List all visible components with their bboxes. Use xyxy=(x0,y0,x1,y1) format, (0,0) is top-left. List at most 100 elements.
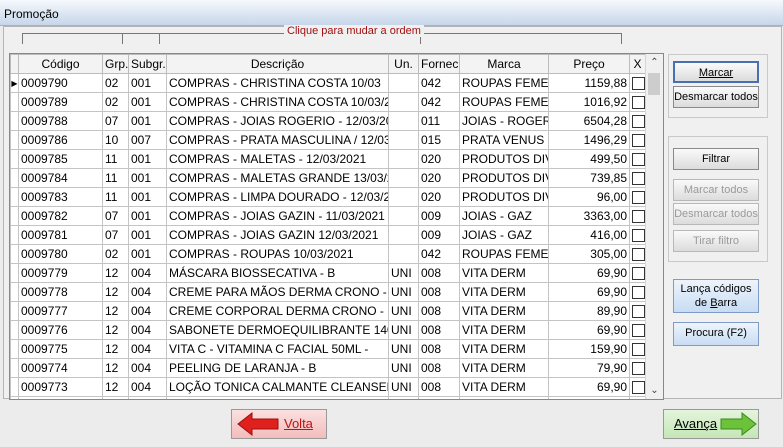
table-row[interactable]: 0009779 12 004 MÁSCARA BIOSSECATIVA - B UNI 0… xyxy=(10,263,646,283)
table-row[interactable]: 0009783 11 001 COMPRAS - LIMPA DOURADO - 12… xyxy=(10,187,646,207)
select-checkbox[interactable] xyxy=(632,228,645,242)
volta-button[interactable]: Volta xyxy=(231,409,327,439)
header-fornec[interactable]: Fornec. xyxy=(418,54,460,74)
select-checkbox[interactable] xyxy=(632,380,645,394)
select-checkbox[interactable] xyxy=(632,361,645,375)
select-checkbox[interactable] xyxy=(632,342,645,356)
cell-fornec: 009 xyxy=(418,206,460,226)
filtrar-button[interactable]: Filtrar xyxy=(673,148,759,170)
cell-subgr: 004 xyxy=(128,301,167,321)
procura-button[interactable]: Procura (F2) xyxy=(673,322,759,346)
marcar-button[interactable]: Marcar xyxy=(673,61,759,83)
table-row[interactable]: 0009789 02 001 COMPRAS - CHRISTINA COSTA 10… xyxy=(10,92,646,112)
cell-subgr: 001 xyxy=(128,73,167,93)
header-codigo[interactable]: Código xyxy=(18,54,103,74)
select-checkbox[interactable] xyxy=(632,171,645,185)
header-grp[interactable]: Grp. xyxy=(102,54,129,74)
cell-un xyxy=(388,225,419,245)
select-checkbox[interactable] xyxy=(632,209,645,223)
select-checkbox[interactable] xyxy=(632,114,645,128)
select-checkbox[interactable] xyxy=(632,285,645,299)
cell-preco: 3363,00 xyxy=(548,206,630,226)
cell-un xyxy=(388,206,419,226)
cell-marca: PRODUTOS DIVE xyxy=(459,187,549,207)
header-subgr[interactable]: Subgr. xyxy=(128,54,167,74)
cell-preco: 69,90 xyxy=(548,320,630,340)
select-checkbox[interactable] xyxy=(632,247,645,261)
cell-preco: 416,00 xyxy=(548,225,630,245)
cell-preco: 89,90 xyxy=(548,301,630,321)
cell-fornec: 020 xyxy=(418,187,460,207)
table-row[interactable]: 0009778 12 004 CREME PARA MÃOS DERMA CRONO … xyxy=(10,282,646,302)
cell-fornec: 008 xyxy=(418,396,460,399)
scroll-thumb[interactable] xyxy=(648,73,660,95)
cell-grp: 11 xyxy=(102,149,129,169)
cell-preco: 69,90 xyxy=(548,263,630,283)
desmarcar-todos-button[interactable]: Desmarcar todos xyxy=(673,86,759,108)
vertical-scrollbar[interactable]: ⌃ ⌄ xyxy=(645,54,663,399)
cell-fornec: 008 xyxy=(418,320,460,340)
table-row[interactable]: 0009781 07 001 COMPRAS - JOIAS GAZIN 12/03/… xyxy=(10,225,646,245)
header-descricao[interactable]: Descrição xyxy=(166,54,389,74)
header-marca[interactable]: Marca xyxy=(459,54,549,74)
select-checkbox[interactable] xyxy=(632,190,645,204)
table-row[interactable]: ▶ 0009790 02 001 COMPRAS - CHRISTINA COSTA 1… xyxy=(10,73,646,93)
row-indicator xyxy=(10,244,19,264)
product-grid[interactable]: Código Grp. Subgr. Descrição Un. Fornec.… xyxy=(9,53,664,400)
table-row[interactable]: 0009777 12 004 CREME CORPORAL DERMA CRONO -… xyxy=(10,301,646,321)
cell-descricao: SABONETE DERMOEQUILIBRANTE 140 xyxy=(166,320,389,340)
row-indicator xyxy=(10,263,19,283)
cell-codigo: 0009773 xyxy=(18,377,103,397)
cell-descricao: COMPRAS - JOIAS GAZIN - 11/03/2021 xyxy=(166,206,389,226)
cell-un: UNI xyxy=(388,282,419,302)
cell-preco: 6504,28 xyxy=(548,111,630,131)
cell-marca: VITA DERM xyxy=(459,339,549,359)
cell-un xyxy=(388,187,419,207)
table-row[interactable]: 0009782 07 001 COMPRAS - JOIAS GAZIN - 11/0… xyxy=(10,206,646,226)
cell-grp: 12 xyxy=(102,263,129,283)
table-row[interactable]: 0009785 11 001 COMPRAS - MALETAS - 12/03/20… xyxy=(10,149,646,169)
select-checkbox[interactable] xyxy=(632,95,645,109)
select-checkbox[interactable] xyxy=(632,266,645,280)
scroll-up-icon[interactable]: ⌃ xyxy=(646,54,663,71)
desmarcar-todos-filter-label: Desmarcar todos xyxy=(674,208,758,220)
cell-select xyxy=(629,130,646,150)
lanca-codigos-barra-button[interactable]: Lança códigos de Barra xyxy=(673,279,759,313)
row-indicator xyxy=(10,301,19,321)
header-x[interactable]: X xyxy=(629,54,646,74)
cell-select xyxy=(629,301,646,321)
table-row[interactable]: 000977212004NEW ACTIVE SERUM ÁREA DOS OL… xyxy=(10,396,646,399)
table-row[interactable]: 0009776 12 004 SABONETE DERMOEQUILIBRANTE 1… xyxy=(10,320,646,340)
cell-codigo: 0009778 xyxy=(18,282,103,302)
cell-descricao: COMPRAS - PRATA MASCULINA / 12/03 xyxy=(166,130,389,150)
select-checkbox[interactable] xyxy=(632,76,645,90)
table-row[interactable]: 0009773 12 004 LOÇÃO TONICA CALMANTE CLEANS… xyxy=(10,377,646,397)
cell-subgr: 001 xyxy=(128,149,167,169)
cell-codigo: 0009775 xyxy=(18,339,103,359)
table-row[interactable]: 0009788 07 001 COMPRAS - JOIAS ROGERIO - 12… xyxy=(10,111,646,131)
select-checkbox[interactable] xyxy=(632,152,645,166)
select-checkbox[interactable] xyxy=(632,304,645,318)
marcar-todos-button[interactable]: Marcar todos xyxy=(673,179,759,201)
table-row[interactable]: 0009786 10 007 COMPRAS - PRATA MASCULINA / … xyxy=(10,130,646,150)
cell-select xyxy=(629,73,646,93)
lanca-label-line1: Lança códigos xyxy=(680,283,752,295)
cell-subgr: 007 xyxy=(128,130,167,150)
tirar-filtro-button[interactable]: Tirar filtro xyxy=(673,230,759,252)
cell-descricao: NEW ACTIVE SERUM ÁREA DOS OLHOS xyxy=(166,396,389,399)
select-checkbox[interactable] xyxy=(632,133,645,147)
header-un[interactable]: Un. xyxy=(388,54,419,74)
header-preco[interactable]: Preço xyxy=(548,54,630,74)
desmarcar-todos-filter-button[interactable]: Desmarcar todos xyxy=(673,203,759,225)
table-row[interactable]: 0009774 12 004 PEELING DE LARANJA - B UNI 008… xyxy=(10,358,646,378)
scroll-down-icon[interactable]: ⌄ xyxy=(646,382,663,399)
cell-un: UNI xyxy=(388,263,419,283)
select-checkbox[interactable] xyxy=(632,323,645,337)
sort-bracket-left xyxy=(22,33,123,44)
cell-grp: 12 xyxy=(102,339,129,359)
table-row[interactable]: 0009775 12 004 VITA C - VITAMINA C FACIAL 5… xyxy=(10,339,646,359)
table-row[interactable]: 0009780 02 001 COMPRAS - ROUPAS 10/03/2021 0… xyxy=(10,244,646,264)
table-row[interactable]: 0009784 11 001 COMPRAS - MALETAS GRANDE 13/… xyxy=(10,168,646,188)
avanca-button[interactable]: Avança xyxy=(663,409,759,439)
cell-select xyxy=(629,149,646,169)
